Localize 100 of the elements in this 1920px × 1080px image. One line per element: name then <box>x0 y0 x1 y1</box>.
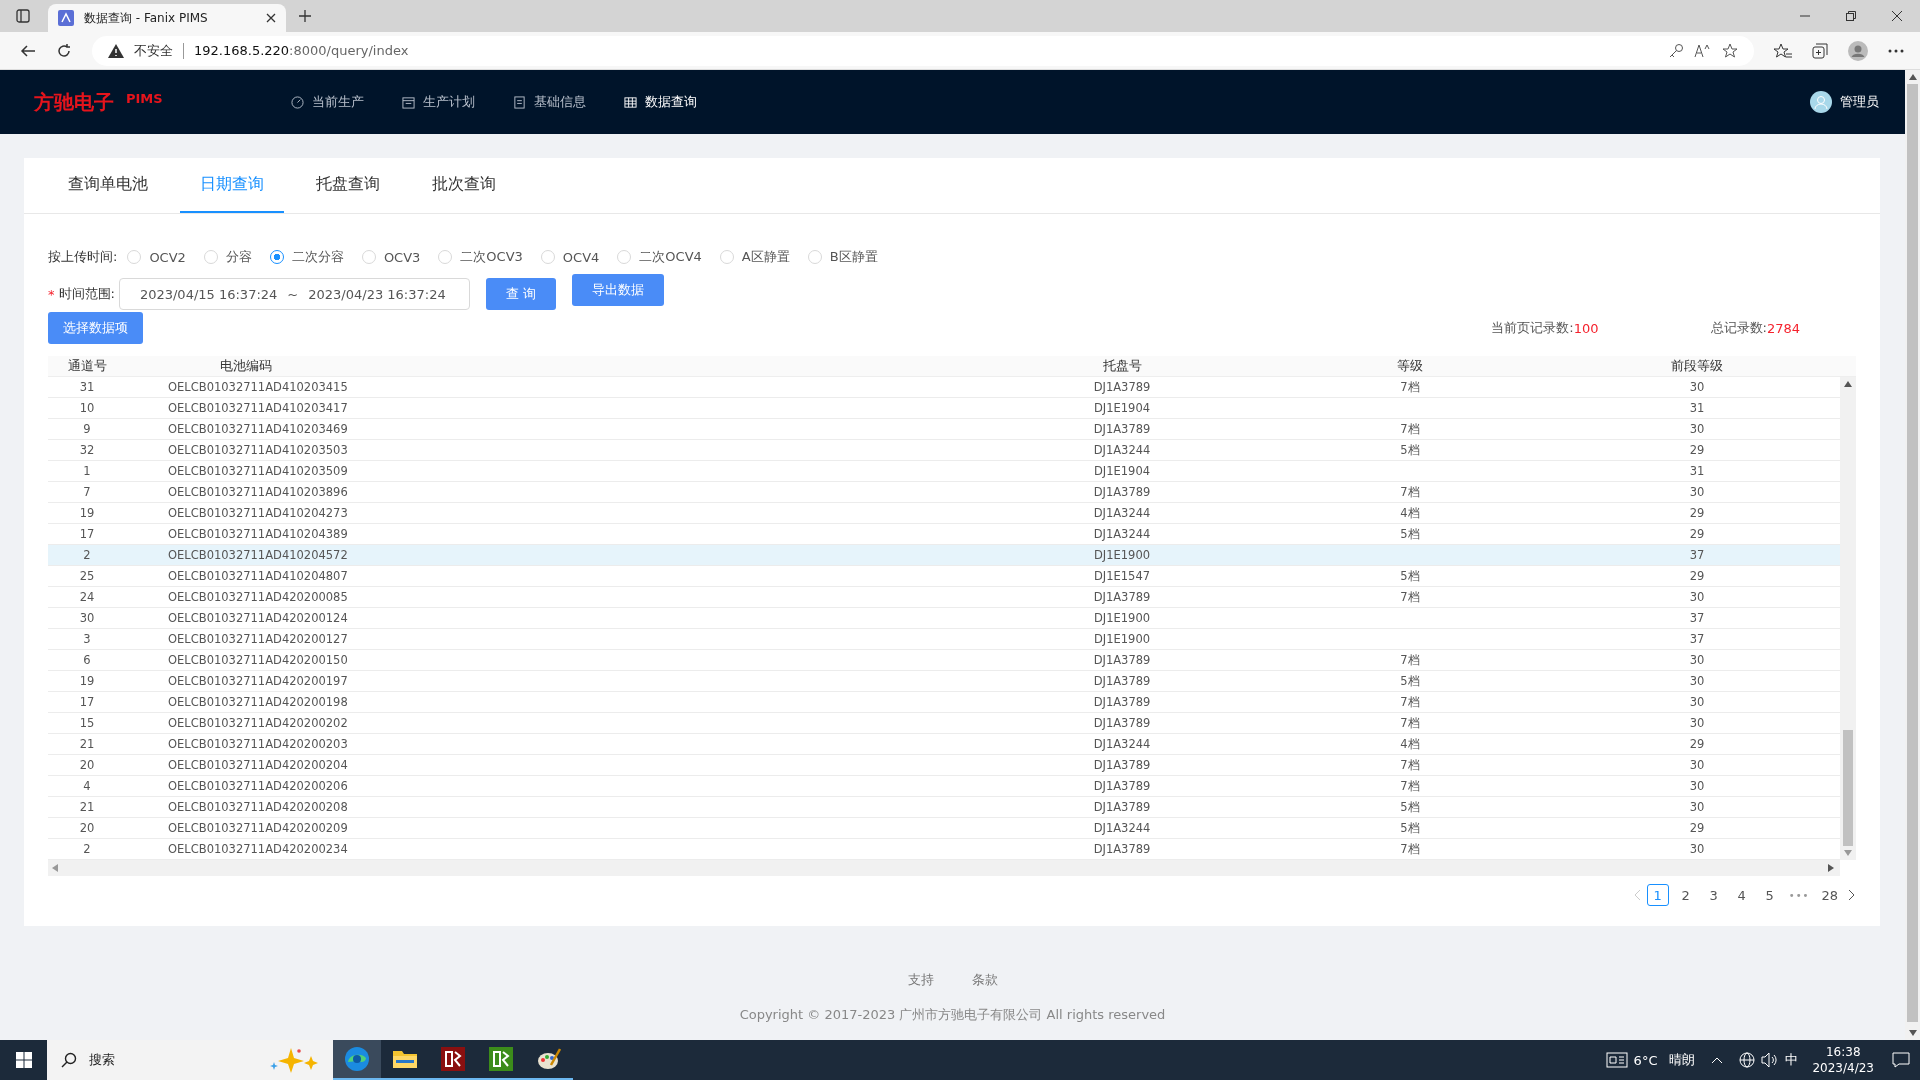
table-row[interactable]: 25 OELCB01032711AD410204807 DJ1E1547 5档 29 <box>48 566 1840 587</box>
table-cell-text: 19 <box>78 674 96 688</box>
next-page-icon[interactable] <box>1848 889 1856 901</box>
page-button[interactable]: 4 <box>1730 884 1753 906</box>
chevron-up-icon[interactable] <box>1711 1056 1724 1064</box>
radio-option[interactable]: 二次OCV3 <box>438 248 523 266</box>
tab[interactable]: 查询单电池 <box>48 158 168 213</box>
tab[interactable]: 批次查询 <box>412 158 516 213</box>
close-icon[interactable] <box>1892 11 1902 21</box>
upload-time-label: 按上传时间: <box>48 248 118 266</box>
radio-option[interactable]: 二次分容 <box>269 248 344 266</box>
table-row[interactable]: 10 OELCB01032711AD410203417 DJ1E1904 31 <box>48 398 1840 419</box>
page-button[interactable]: 28 <box>1817 884 1842 906</box>
radio-option[interactable]: OCV2 <box>127 249 186 265</box>
new-tab-icon[interactable] <box>298 9 312 23</box>
scroll-up-icon[interactable] <box>1844 381 1852 387</box>
star-plus-icon[interactable] <box>1722 42 1740 59</box>
table-row[interactable]: 9 OELCB01032711AD410203469 DJ1A3789 7档 30 <box>48 419 1840 440</box>
radio-option[interactable]: B区静置 <box>807 248 878 266</box>
date-range-field[interactable]: 2023/04/15 16:37:24 ~ 2023/04/23 16:37:24 <box>118 278 470 310</box>
scroll-down-icon[interactable] <box>1908 1030 1917 1036</box>
start-icon[interactable] <box>16 1052 32 1068</box>
table-cell-text: 32 <box>78 443 96 457</box>
taskbar-search-field[interactable]: 搜索 <box>47 1040 333 1080</box>
table-cell-text: DJ1A3789 <box>1092 590 1152 604</box>
footer-link[interactable]: 条款 <box>971 971 998 989</box>
table-cell-text: OELCB01032711AD410203469 <box>167 422 349 436</box>
scrollbar-thumb[interactable] <box>1907 84 1918 1022</box>
table-row[interactable]: 24 OELCB01032711AD420200085 DJ1A3789 7档 30 <box>48 587 1840 608</box>
profile-icon[interactable] <box>1848 40 1868 61</box>
scroll-up-icon[interactable] <box>1908 74 1917 80</box>
radio-option[interactable]: A区静置 <box>719 248 790 266</box>
nav-item[interactable]: 基础信息 <box>512 93 586 111</box>
table-cell-text: OELCB01032711AD420200203 <box>167 737 349 751</box>
required-mark: * <box>48 286 55 302</box>
table-row[interactable]: 21 OELCB01032711AD420200208 DJ1A3789 5档 30 <box>48 797 1840 818</box>
table-row[interactable]: 1 OELCB01032711AD410203509 DJ1E1904 31 <box>48 461 1840 482</box>
footer-link[interactable]: 支持 <box>907 971 934 989</box>
read-aloud-icon[interactable] <box>1694 42 1712 59</box>
table-cell-text: 3 <box>82 632 92 646</box>
radio-option[interactable]: OCV4 <box>540 249 600 265</box>
table-row[interactable]: 30 OELCB01032711AD420200124 DJ1E1900 37 <box>48 608 1840 629</box>
weather-temperature[interactable]: 6°C <box>1633 1052 1658 1068</box>
clock-date[interactable]: 2023/4/23 <box>1812 1060 1874 1076</box>
globe-icon[interactable] <box>1739 1052 1756 1068</box>
table-row[interactable]: 7 OELCB01032711AD410203896 DJ1A3789 7档 30 <box>48 482 1840 503</box>
notification-icon[interactable] <box>1892 1052 1910 1068</box>
refresh-icon[interactable] <box>56 42 72 59</box>
table-row[interactable]: 17 OELCB01032711AD420200198 DJ1A3789 7档 30 <box>48 692 1840 713</box>
table-row[interactable]: 19 OELCB01032711AD420200197 DJ1A3789 5档 30 <box>48 671 1840 692</box>
table-cell-text: 30 <box>1688 716 1706 730</box>
nav-item[interactable]: 数据查询 <box>623 93 697 111</box>
table-row[interactable]: 21 OELCB01032711AD420200203 DJ1A3244 4档 29 <box>48 734 1840 755</box>
table-cell-text: 25 <box>78 569 96 583</box>
table-row[interactable]: 20 OELCB01032711AD420200204 DJ1A3789 7档 30 <box>48 755 1840 776</box>
news-icon[interactable] <box>1605 1052 1628 1068</box>
scrollbar[interactable] <box>1840 377 1856 860</box>
table-row[interactable]: 3 OELCB01032711AD420200127 DJ1E1900 37 <box>48 629 1840 650</box>
tab[interactable]: 托盘查询 <box>296 158 400 213</box>
back-icon[interactable] <box>20 42 36 59</box>
user-name[interactable]: 管理员 <box>1840 93 1879 111</box>
more-icon[interactable] <box>1888 48 1904 53</box>
table-row[interactable]: 20 OELCB01032711AD420200209 DJ1A3244 5档 29 <box>48 818 1840 839</box>
horizontal-scrollbar[interactable] <box>48 860 1840 876</box>
address-bar[interactable]: 不安全 192.168.5.220:8000/query/index <box>92 35 1754 66</box>
logo-suffix: PIMS <box>126 90 163 106</box>
table-row[interactable]: 4 OELCB01032711AD420200206 DJ1A3789 7档 30 <box>48 776 1840 797</box>
clock-time[interactable]: 16:38 <box>1825 1044 1861 1060</box>
radio-option[interactable]: OCV3 <box>361 249 421 265</box>
page-scrollbar[interactable] <box>1905 70 1920 1040</box>
table-row[interactable]: 15 OELCB01032711AD420200202 DJ1A3789 7档 30 <box>48 713 1840 734</box>
page-button[interactable]: 3 <box>1702 884 1725 906</box>
table-cell-text: DJ1A3789 <box>1092 758 1152 772</box>
page-button[interactable]: 2 <box>1674 884 1697 906</box>
weather-text[interactable]: 晴朗 <box>1669 1051 1696 1069</box>
nav-item[interactable]: 当前生产 <box>290 93 364 111</box>
user-avatar-icon[interactable] <box>1810 91 1832 113</box>
input-method[interactable]: 中 <box>1785 1051 1799 1069</box>
table-row[interactable]: 32 OELCB01032711AD410203503 DJ1A3244 5档 29 <box>48 440 1840 461</box>
table-row[interactable]: 6 OELCB01032711AD420200150 DJ1A3789 7档 30 <box>48 650 1840 671</box>
collections-icon[interactable] <box>1812 42 1828 59</box>
scroll-right-icon[interactable] <box>1828 864 1834 872</box>
key-icon[interactable] <box>1668 42 1684 59</box>
table-cell-text: 30 <box>1688 842 1706 856</box>
restore-icon[interactable] <box>1846 11 1856 21</box>
speaker-icon[interactable] <box>1761 1052 1780 1068</box>
favorites-icon[interactable] <box>1774 42 1792 59</box>
close-icon[interactable] <box>266 13 276 23</box>
column-header: 等级 <box>1396 357 1424 375</box>
app-icon <box>489 1047 513 1071</box>
tab-actions-icon[interactable] <box>16 9 30 23</box>
table-row[interactable]: 31 OELCB01032711AD410203415 DJ1A3789 7档 30 <box>48 377 1840 398</box>
nav-item[interactable]: 生产计划 <box>401 93 475 111</box>
browser-tab[interactable]: 数据查询 - Fanix PIMS <box>48 4 286 32</box>
page-button[interactable]: 5 <box>1758 884 1781 906</box>
radio-option[interactable]: 分容 <box>203 248 252 266</box>
table-row[interactable]: 19 OELCB01032711AD410204273 DJ1A3244 4档 29 <box>48 503 1840 524</box>
scrollbar-thumb[interactable] <box>1843 730 1853 846</box>
radio-option[interactable]: 二次OCV4 <box>617 248 702 266</box>
table-row[interactable]: 2 OELCB01032711AD410204572 DJ1E1900 37 <box>48 545 1840 566</box>
